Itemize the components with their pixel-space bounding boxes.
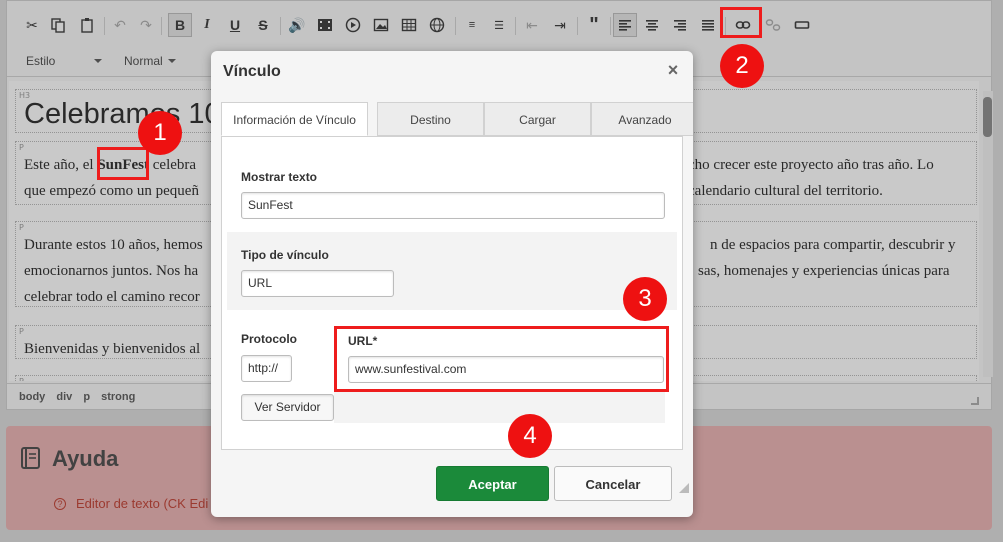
- cancel-button[interactable]: Cancelar: [554, 466, 672, 501]
- tab-upload[interactable]: Cargar: [484, 102, 591, 136]
- link-type-label: Tipo de vínculo: [241, 248, 329, 262]
- browse-section: [334, 389, 665, 423]
- browse-server-button[interactable]: Ver Servidor: [241, 394, 334, 421]
- accept-button[interactable]: Aceptar: [436, 466, 549, 501]
- tab-panel: Mostrar texto SunFest Tipo de vínculo UR…: [221, 136, 683, 450]
- annotation-marker-4: 4: [508, 414, 552, 458]
- annotation-box-2: [720, 7, 762, 38]
- annotation-marker-3: 3: [623, 277, 667, 321]
- dialog-title: Vínculo: [223, 63, 281, 80]
- protocol-select[interactable]: http://: [241, 355, 292, 382]
- link-dialog: Vínculo × Información de Vínculo Destino…: [211, 51, 693, 517]
- annotation-box-3: [334, 326, 669, 392]
- link-type-select[interactable]: URL: [241, 270, 394, 297]
- annotation-marker-1: 1: [138, 111, 182, 155]
- protocol-label: Protocolo: [241, 332, 297, 346]
- tab-advanced[interactable]: Avanzado: [591, 102, 693, 136]
- close-icon[interactable]: ×: [664, 61, 682, 79]
- dialog-resize-icon[interactable]: [679, 483, 689, 493]
- display-text-label: Mostrar texto: [241, 170, 318, 184]
- annotation-box-1: [97, 147, 149, 180]
- tab-target[interactable]: Destino: [377, 102, 484, 136]
- annotation-marker-2: 2: [720, 44, 764, 88]
- display-text-field[interactable]: SunFest: [241, 192, 665, 219]
- tab-link-info[interactable]: Información de Vínculo: [221, 102, 368, 136]
